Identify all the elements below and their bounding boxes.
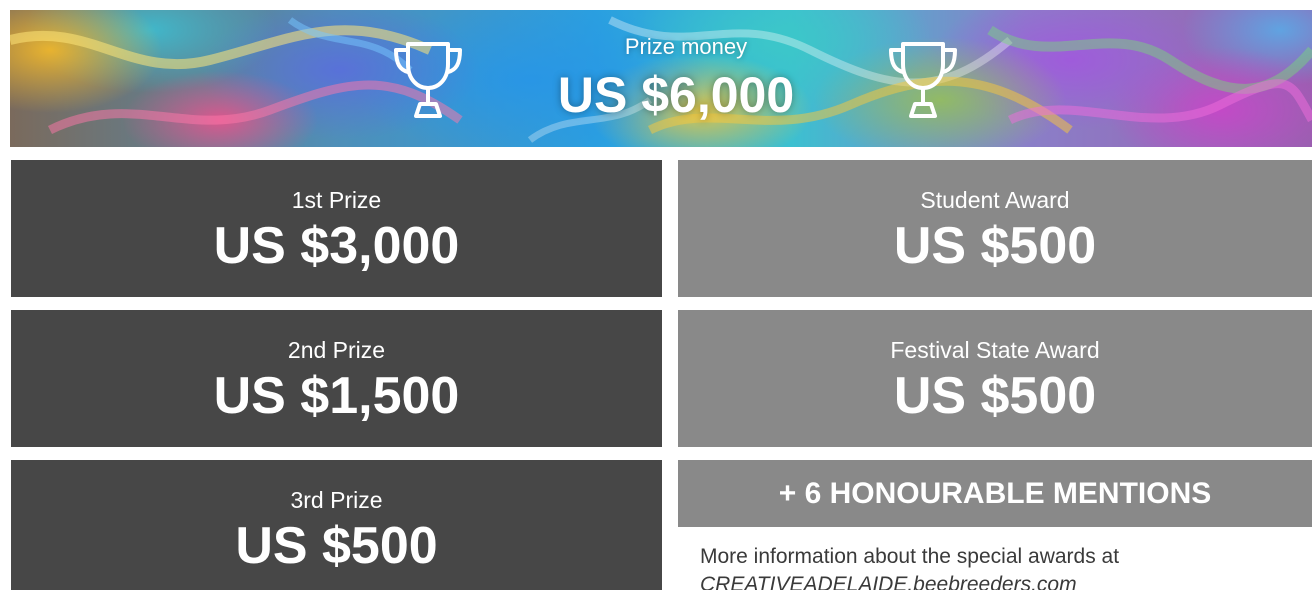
award-amount: US $500 [893, 217, 1097, 275]
prize-label: 1st Prize [291, 187, 382, 213]
prize-label: 3rd Prize [290, 487, 383, 513]
student-award-card: Student Award US $500 [678, 160, 1312, 297]
award-label: Student Award [920, 187, 1070, 213]
special-awards-link[interactable]: CREATIVEADELAIDE.beebreeders.com [700, 571, 1300, 590]
banner-label: Prize money [624, 34, 748, 59]
third-prize-card: 3rd Prize US $500 [11, 460, 662, 590]
award-label: Festival State Award [890, 337, 1100, 363]
prize-money-banner: Prize money US $6,000 [10, 10, 1312, 147]
more-info-text: More information about the special award… [700, 543, 1300, 590]
more-info-sentence: More information about the special award… [700, 545, 1120, 568]
prize-amount: US $3,000 [213, 217, 460, 275]
festival-state-award-card: Festival State Award US $500 [678, 310, 1312, 447]
honourable-mentions-banner: + 6 HONOURABLE MENTIONS [678, 460, 1312, 527]
first-prize-card: 1st Prize US $3,000 [11, 160, 662, 297]
prize-amount: US $500 [235, 517, 438, 575]
award-amount: US $500 [893, 367, 1097, 425]
prize-label: 2nd Prize [287, 337, 386, 363]
prize-page: Prize money US $6,000 1st Prize US $3,00… [0, 0, 1312, 590]
second-prize-card: 2nd Prize US $1,500 [11, 310, 662, 447]
banner-total-amount: US $6,000 [557, 67, 795, 123]
prize-amount: US $1,500 [213, 367, 460, 425]
